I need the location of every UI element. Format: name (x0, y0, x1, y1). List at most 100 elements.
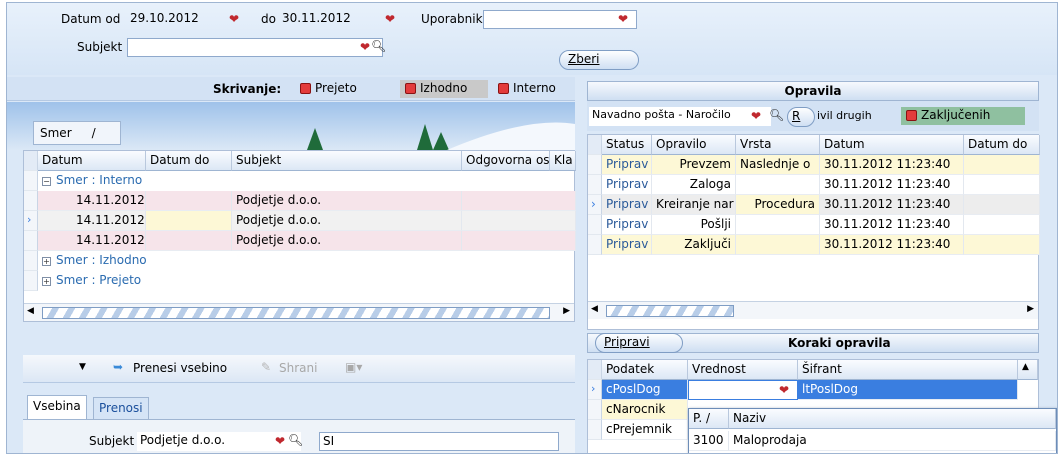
dropdown-heart-icon[interactable]: ❤ (229, 12, 239, 26)
cell-vrsta (736, 215, 820, 235)
col-header-sifrant[interactable]: Šifrant (798, 360, 1018, 380)
dropdown-heart-icon[interactable]: ❤ (751, 109, 762, 123)
current-row-arrow-icon: › (588, 195, 602, 215)
opravila-grid: Status Opravilo Vrsta Datum Datum do Pri… (587, 134, 1040, 330)
drugih-toggle[interactable]: ivil drugih (817, 109, 872, 122)
search-icon[interactable]: 🔍︎ (371, 39, 386, 53)
scrollbar-thumb[interactable] (606, 305, 734, 317)
izhodno-toggle[interactable]: Izhodno (400, 80, 488, 98)
group-label: Smer : Prejeto (56, 273, 142, 287)
cell-datum: 30.11.2012 11:23:40 (820, 175, 964, 195)
code-input[interactable]: SI (319, 432, 559, 451)
scrollbar-thumb[interactable] (42, 307, 550, 319)
dropdown-heart-icon[interactable]: ❤ (779, 383, 789, 397)
col-header-odgovorna[interactable]: Odgovorna os (462, 151, 550, 171)
transfer-icon: ➥ (113, 360, 124, 374)
dropdown-heart-icon[interactable]: ❤ (360, 40, 370, 54)
group-row-interno[interactable]: − Smer : Interno (38, 171, 146, 191)
dropdown-cell-naziv[interactable]: Maloprodaja (729, 431, 1056, 451)
uporabnik-input[interactable] (483, 10, 637, 29)
expand-icon[interactable]: + (42, 257, 51, 266)
prejeto-label: Prejeto (315, 81, 357, 95)
editor-toolbar: ▼ ➥ Prenesi vsebino ✎ Shrani ▣▾ (23, 355, 575, 383)
cell-status: Priprav (602, 235, 652, 255)
cell-podatek[interactable]: cPrejemnik (602, 420, 688, 440)
col-header-datum-do[interactable]: Datum do (146, 151, 232, 171)
scroll-left-icon[interactable]: ◀ (591, 304, 598, 314)
col-header-status[interactable]: Status (602, 135, 652, 155)
cell-status: Priprav (602, 155, 652, 175)
collapse-icon[interactable]: − (42, 177, 51, 186)
cell-podatek[interactable]: cNarocnik (602, 400, 688, 420)
zberi-button[interactable]: Zberi (559, 50, 639, 70)
cell-sifrant: ltPoslDog (798, 380, 1018, 400)
cell-opravilo: Pošlji (652, 215, 736, 235)
dropdown-arrow-icon[interactable]: ▼ (79, 362, 86, 372)
cell-opravilo: Prevzem (652, 155, 736, 175)
expand-icon[interactable]: + (42, 277, 51, 286)
r-button[interactable]: R (787, 107, 815, 127)
row-indicator-header (24, 151, 38, 171)
vsebina-panel: Subjekt Podjetje d.o.o. ❤ 🔍︎ SI (23, 419, 575, 453)
prejeto-toggle[interactable]: Prejeto (295, 80, 363, 98)
col-header-opravilo[interactable]: Opravilo (652, 135, 736, 155)
col-header-subjekt[interactable]: Subjekt (232, 151, 462, 171)
group-row-prejeto[interactable]: + Smer : Prejeto (38, 271, 145, 291)
cell-opravilo: Zaloga (652, 175, 736, 195)
opravila-filter-input[interactable]: Navadno pošta - Naročilo (589, 107, 771, 126)
group-chip-smer[interactable]: Smer / (33, 121, 121, 145)
scroll-up-icon[interactable]: ▲ (1018, 360, 1038, 380)
row-indicator (588, 175, 602, 195)
cell-podatek[interactable]: cPoslDog (602, 380, 688, 400)
group-label: Smer : Izhodno (56, 253, 147, 267)
col-header-kla[interactable]: Kla (550, 151, 576, 171)
col-header-datum-do[interactable]: Datum do (964, 135, 1040, 155)
shrani-button[interactable]: Shrani (279, 361, 317, 375)
dropdown-col-naziv[interactable]: Naziv (729, 409, 1056, 429)
pripravi-button[interactable]: Pripravi (595, 333, 683, 353)
search-icon[interactable]: 🔍︎ (769, 108, 784, 122)
row-indicator-header (588, 360, 602, 380)
horizontal-scrollbar[interactable]: ◀ ▶ (588, 301, 1038, 319)
floppy-icon[interactable]: ▣▾ (345, 360, 362, 374)
col-header-vrsta[interactable]: Vrsta (736, 135, 820, 155)
cell-datum-do (146, 191, 232, 211)
col-header-podatek[interactable]: Podatek (602, 360, 688, 380)
zakljucenih-toggle[interactable]: Zaključenih (901, 107, 1025, 125)
left-grid: Datum Datum do Subjekt Odgovorna os Kla … (23, 150, 576, 322)
cell-opravilo: Zaključi (652, 235, 736, 255)
row-indicator (24, 251, 38, 271)
zakljucenih-label: Zaključenih (921, 108, 991, 122)
dropdown-cell-p[interactable]: 3100 (689, 431, 729, 451)
cell-datum-do (964, 175, 1040, 195)
dropdown-heart-icon[interactable]: ❤ (275, 434, 285, 448)
cell-datum-do (146, 231, 232, 251)
cell-datum-do[interactable] (146, 211, 232, 231)
main-window: Datum od 29.10.2012 ❤ do 30.11.2012 ❤ Up… (6, 2, 1058, 454)
prenesi-vsebino-button[interactable]: Prenesi vsebino (133, 361, 227, 375)
row-indicator (588, 235, 602, 255)
group-row-izhodno[interactable]: + Smer : Izhodno (38, 251, 151, 271)
cell-datum-do (964, 195, 1040, 215)
dropdown-heart-icon[interactable]: ❤ (618, 12, 628, 26)
cell-vrsta (736, 235, 820, 255)
interno-toggle[interactable]: Interno (493, 80, 562, 98)
subjekt-input[interactable] (127, 38, 383, 57)
tab-vsebina[interactable]: Vsebina (27, 395, 87, 419)
tab-prenosi[interactable]: Prenosi (93, 397, 149, 419)
horizontal-scrollbar[interactable]: ◀ ▶ (24, 303, 574, 321)
filter-bar: Datum od 29.10.2012 ❤ do 30.11.2012 ❤ Up… (7, 3, 1057, 75)
col-header-vrednost[interactable]: Vrednost (688, 360, 798, 380)
scroll-right-icon[interactable]: ▶ (1027, 304, 1034, 314)
col-header-datum[interactable]: Datum (820, 135, 964, 155)
dropdown-col-p[interactable]: P. / (689, 409, 729, 429)
scroll-left-icon[interactable]: ◀ (27, 306, 34, 316)
cell-status: Priprav (602, 215, 652, 235)
col-header-datum[interactable]: Datum (38, 151, 146, 171)
row-indicator (588, 420, 602, 440)
dropdown-heart-icon[interactable]: ❤ (385, 12, 395, 26)
search-icon[interactable]: 🔍︎ (288, 433, 303, 447)
scroll-right-icon[interactable]: ▶ (563, 306, 570, 316)
save-icon: ✎ (261, 360, 272, 374)
lookup-dropdown[interactable]: P. / Naziv 3100 Maloprodaja (688, 408, 1057, 453)
